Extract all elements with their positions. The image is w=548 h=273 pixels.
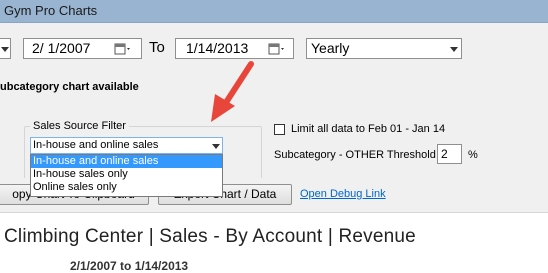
window-title: Gym Pro Charts (4, 3, 98, 18)
arrow-annotation-icon (211, 61, 254, 122)
divider (0, 212, 548, 213)
report-dates: 2/1/2007 to 1/14/2013 (70, 259, 189, 273)
limit-checkbox[interactable] (274, 124, 285, 135)
start-date-picker[interactable]: 2/ 1/2007 (23, 38, 142, 59)
calendar-icon[interactable] (268, 42, 284, 56)
option-online-only[interactable]: Online sales only (31, 181, 222, 194)
chevron-down-icon (212, 144, 220, 149)
threshold-label: Subcategory - OTHER Threshold (274, 149, 436, 161)
end-date-value: 1/14/2013 (186, 40, 249, 56)
sales-source-label: Sales Source Filter (30, 120, 129, 132)
sales-source-combobox[interactable]: In-house and online sales (30, 137, 223, 154)
debug-link[interactable]: Open Debug Link (300, 188, 386, 200)
threshold-value: 2 (441, 147, 448, 161)
chevron-down-icon (450, 47, 458, 52)
threshold-input[interactable]: 2 (437, 144, 462, 164)
chevron-down-icon (1, 47, 9, 52)
start-date-value: 2/ 1/2007 (32, 40, 91, 56)
left-dropdown[interactable] (0, 38, 11, 59)
to-label: To (149, 39, 165, 56)
report-title: Climbing Center | Sales - By Account | R… (4, 226, 416, 247)
subcategory-notice: ubcategory chart available (0, 81, 139, 93)
option-inhouse-and-online[interactable]: In-house and online sales (31, 155, 222, 168)
period-dropdown[interactable]: Yearly (306, 38, 462, 59)
option-inhouse-only[interactable]: In-house sales only (31, 168, 222, 181)
title-bar: Gym Pro Charts (0, 0, 548, 23)
calendar-icon[interactable] (114, 42, 130, 56)
period-value: Yearly (311, 40, 350, 56)
limit-label: Limit all data to Feb 01 - Jan 14 (291, 123, 446, 135)
end-date-picker[interactable]: 1/14/2013 (175, 38, 294, 59)
threshold-unit: % (468, 149, 478, 161)
sales-source-value: In-house and online sales (33, 139, 159, 151)
sales-source-options: In-house and online sales In-house sales… (30, 154, 223, 197)
